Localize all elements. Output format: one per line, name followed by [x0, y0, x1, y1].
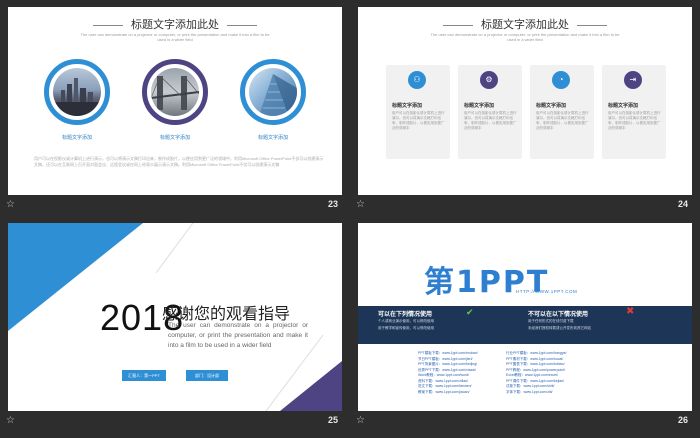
slide-title: 标题文字添加此处	[8, 16, 342, 32]
slide-title: 标题文字添加此处	[358, 16, 692, 32]
star-icon[interactable]: ☆	[356, 416, 365, 426]
forbidden-line-1: 用于任何形式的在线付费下载	[528, 319, 574, 323]
card-text: 用户可以在投影仪或计算机上进行演示，也可以将演示文稿打印出来，制作成胶片，以便应…	[464, 111, 517, 130]
card-title: 标题文字添加	[536, 103, 567, 109]
cross-icon: ✖	[626, 306, 635, 317]
info-card-4: ⇥ 标题文字添加 用户可以在投影仪或计算机上进行演示，也可以将演示文稿打印出来，…	[602, 65, 666, 159]
thanks-body: The user can demonstrate on a projector …	[168, 322, 308, 349]
links-column-right: 行业PPT模板：www.1ppt.com/hangye/ PPT素材下载：www…	[506, 351, 590, 395]
card-title: 标题文字添加	[608, 103, 639, 109]
logo-url: HTTP://WWW.1PPT.COM	[516, 289, 578, 294]
card-title: 标题文字添加	[392, 103, 423, 109]
forbidden-line-2: 未经我们授权转载或公开发布到其它网站	[528, 326, 591, 330]
forbidden-heading: 不可以在以下情况使用	[528, 311, 589, 318]
slide-thumbnail-25[interactable]: 2018 感谢您的观看指导 The user can demonstrate o…	[0, 216, 342, 430]
slide-thumbnail-26[interactable]: 第1PPT HTTP://WWW.1PPT.COM 可以在下列情况使用 ✔ 个人…	[350, 216, 692, 430]
card-text: 用户可以在投影仪或计算机上进行演示，也可以将演示文稿打印出来，制作成胶片，以便应…	[536, 111, 589, 130]
slide-number: 25	[327, 415, 338, 425]
info-card-3: ◔ 标题文字添加 用户可以在投影仪或计算机上进行演示，也可以将演示文稿打印出来，…	[530, 65, 594, 159]
card-title: 标题文字添加	[464, 103, 495, 109]
chart-icon: ◔	[552, 71, 570, 89]
network-icon: ⚙	[480, 71, 498, 89]
usage-banner: 可以在下列情况使用 ✔ 个人或商业演示使用，可以修改使用 用于教学和宣传使用，可…	[358, 306, 692, 344]
city-skyline-graphic	[53, 78, 101, 116]
slide-number: 26	[677, 415, 688, 425]
slide-number: 24	[677, 199, 688, 209]
card-text: 用户可以在投影仪或计算机上进行演示，也可以将演示文稿打印出来，制作成胶片，以便应…	[392, 111, 445, 130]
purple-corner-triangle	[280, 361, 342, 411]
photo-building-image	[249, 68, 297, 116]
link[interactable]: 字体下载：www.1ppt.com/ziti/	[506, 390, 590, 396]
slide-subtitle: The user can demonstrate on a projector …	[80, 32, 270, 42]
allowed-line-1: 个人或商业演示使用，可以修改使用	[378, 319, 434, 323]
star-icon[interactable]: ☆	[356, 200, 365, 210]
checkmark-icon: ✔	[466, 307, 474, 317]
logo-text: 第1PPT	[424, 265, 550, 300]
photo-city-image	[53, 68, 101, 116]
caption-3: 标题文字添加	[257, 135, 288, 141]
slide-number: 23	[327, 199, 338, 209]
circle-photo-bridge	[142, 59, 208, 125]
slide-thumbnail-23[interactable]: 标题文字添加此处 The user can demonstrate on a p…	[0, 0, 342, 214]
exit-icon: ⇥	[624, 71, 642, 89]
slide-thumbnail-24[interactable]: 标题文字添加此处 The user can demonstrate on a p…	[350, 0, 692, 214]
caption-2: 标题文字添加	[159, 135, 190, 141]
body-paragraph: 用户可以在投影仪或计算机上进行演示，也可以将演示文稿打印出来，制作成胶片，以便应…	[34, 156, 324, 167]
star-icon[interactable]: ☆	[6, 416, 15, 426]
slide-subtitle: The user can demonstrate on a projector …	[430, 32, 620, 42]
allowed-line-2: 用于教学和宣传使用，可以修改使用	[378, 326, 434, 330]
slide-canvas: 第1PPT HTTP://WWW.1PPT.COM 可以在下列情况使用 ✔ 个人…	[358, 223, 692, 411]
allowed-heading: 可以在下列情况使用	[378, 311, 433, 318]
slide-canvas: 标题文字添加此处 The user can demonstrate on a p…	[8, 7, 342, 195]
caption-1: 标题文字添加	[61, 135, 92, 141]
people-icon: ⚇	[408, 71, 426, 89]
star-icon[interactable]: ☆	[6, 200, 15, 210]
slide-canvas: 标题文字添加此处 The user can demonstrate on a p…	[358, 7, 692, 195]
circle-photo-building	[240, 59, 306, 125]
glass-building-graphic	[259, 74, 297, 116]
card-text: 用户可以在投影仪或计算机上进行演示，也可以将演示文稿打印出来，制作成胶片，以便应…	[608, 111, 661, 130]
link[interactable]: 教案下载：www.1ppt.com/jiaoan/	[418, 390, 498, 396]
circle-photo-city	[44, 59, 110, 125]
diagonal-line-top	[155, 223, 194, 274]
info-card-2: ⚙ 标题文字添加 用户可以在投影仪或计算机上进行演示，也可以将演示文稿打印出来，…	[458, 65, 522, 159]
info-card-1: ⚇ 标题文字添加 用户可以在投影仪或计算机上进行演示，也可以将演示文稿打印出来，…	[386, 65, 450, 159]
slide-canvas: 2018 感谢您的观看指导 The user can demonstrate o…	[8, 223, 342, 411]
department-button[interactable]: 部门：设计部	[186, 370, 228, 381]
presenter-button[interactable]: 汇报人：第一PPT	[122, 370, 166, 381]
photo-bridge-image	[151, 68, 199, 116]
links-column-left: PPT模板下载：www.1ppt.com/moban/ 节日PPT模板：www.…	[418, 351, 498, 395]
bridge-graphic	[151, 75, 199, 110]
